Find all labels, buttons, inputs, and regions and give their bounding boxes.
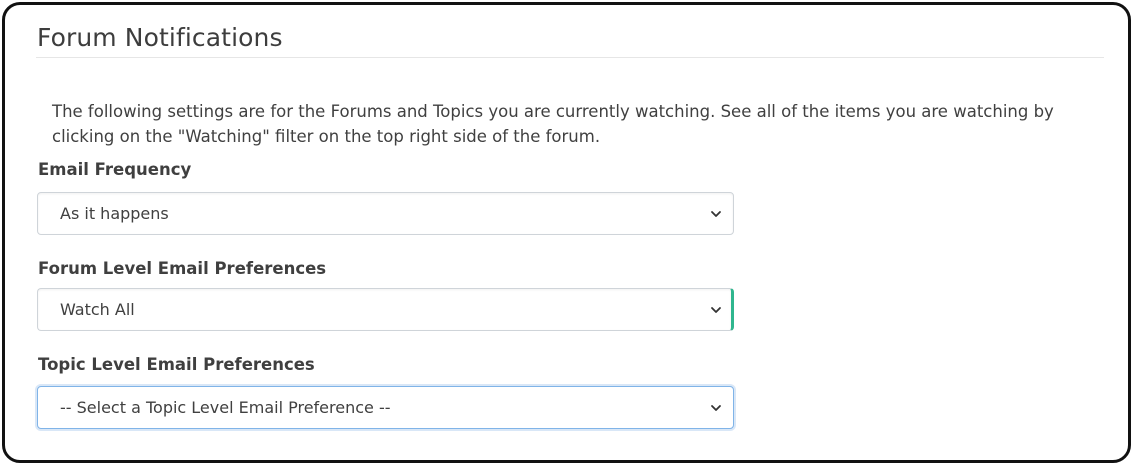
topic-level-preferences-value: -- Select a Topic Level Email Preference… xyxy=(60,398,391,417)
intro-text: The following settings are for the Forum… xyxy=(52,102,1054,146)
forum-level-preferences-value: Watch All xyxy=(60,300,135,319)
topic-level-preferences-select[interactable]: -- Select a Topic Level Email Preference… xyxy=(37,386,734,429)
email-frequency-select[interactable]: As it happens xyxy=(37,192,734,235)
forum-level-preferences-label: Forum Level Email Preferences xyxy=(38,259,327,278)
forum-level-preferences-select[interactable]: Watch All xyxy=(37,288,734,331)
chevron-down-icon xyxy=(711,405,721,411)
email-frequency-label: Email Frequency xyxy=(38,160,192,179)
chevron-down-icon xyxy=(711,211,721,217)
email-frequency-value: As it happens xyxy=(60,204,169,223)
topic-level-preferences-label: Topic Level Email Preferences xyxy=(38,355,315,374)
panel-title: Forum Notifications xyxy=(37,23,283,52)
chevron-down-icon xyxy=(711,307,721,313)
title-divider xyxy=(36,57,1104,58)
notifications-panel: Forum Notifications The following settin… xyxy=(2,2,1131,463)
